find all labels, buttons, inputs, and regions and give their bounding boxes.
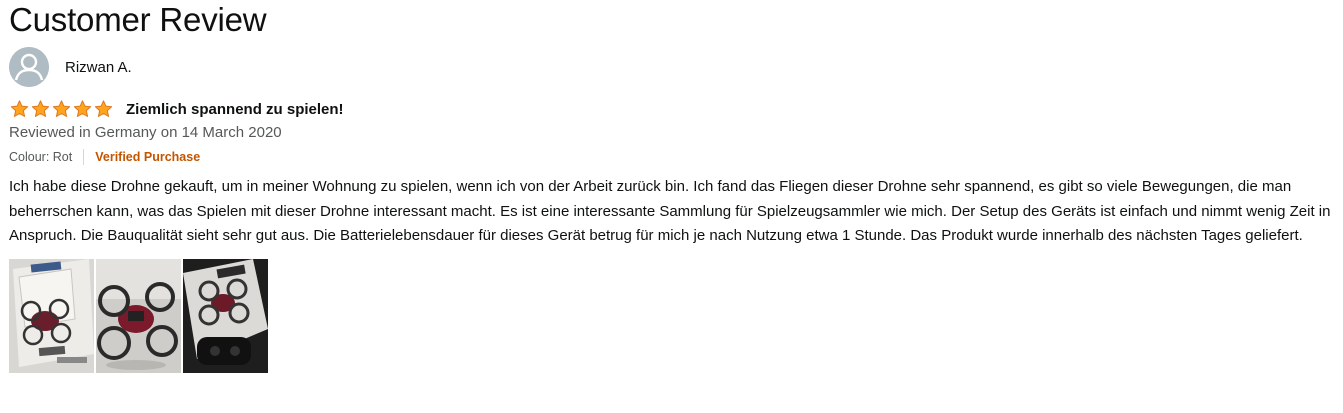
drone-photo-closeup-icon — [96, 258, 181, 373]
review-date: Reviewed in Germany on 14 March 2020 — [9, 124, 282, 141]
star-icon — [52, 100, 71, 117]
review-images — [9, 258, 1343, 373]
colour-variant: Colour: Rot — [9, 150, 73, 164]
star-rating[interactable] — [9, 99, 114, 119]
review-image-1[interactable] — [9, 258, 94, 373]
review-image-2[interactable] — [96, 258, 181, 373]
customer-review-page: Customer Review Rizwan A. Ziemlich spann… — [0, 0, 1343, 413]
meta-divider — [83, 149, 85, 165]
review-headline[interactable]: Ziemlich spannend zu spielen! — [126, 101, 344, 118]
reviewer-profile[interactable]: Rizwan A. — [9, 46, 1343, 88]
review-image-3[interactable] — [183, 258, 268, 373]
page-title: Customer Review — [9, 1, 267, 38]
review-body: Ich habe diese Drohne gekauft, um in mei… — [9, 178, 1331, 244]
review-meta: Colour: Rot Verified Purchase — [9, 147, 1343, 167]
star-icon — [94, 100, 113, 117]
user-avatar-icon — [9, 47, 49, 87]
drone-photo-box-icon — [9, 258, 94, 373]
rating-row: Ziemlich spannend zu spielen! — [9, 99, 1343, 119]
verified-purchase-badge: Verified Purchase — [95, 150, 201, 164]
drone-photo-with-controller-icon — [183, 258, 268, 373]
star-icon — [10, 100, 29, 117]
reviewer-name[interactable]: Rizwan A. — [65, 59, 132, 76]
star-icon — [31, 100, 50, 117]
avatar[interactable] — [9, 47, 49, 87]
star-icon — [73, 100, 92, 117]
